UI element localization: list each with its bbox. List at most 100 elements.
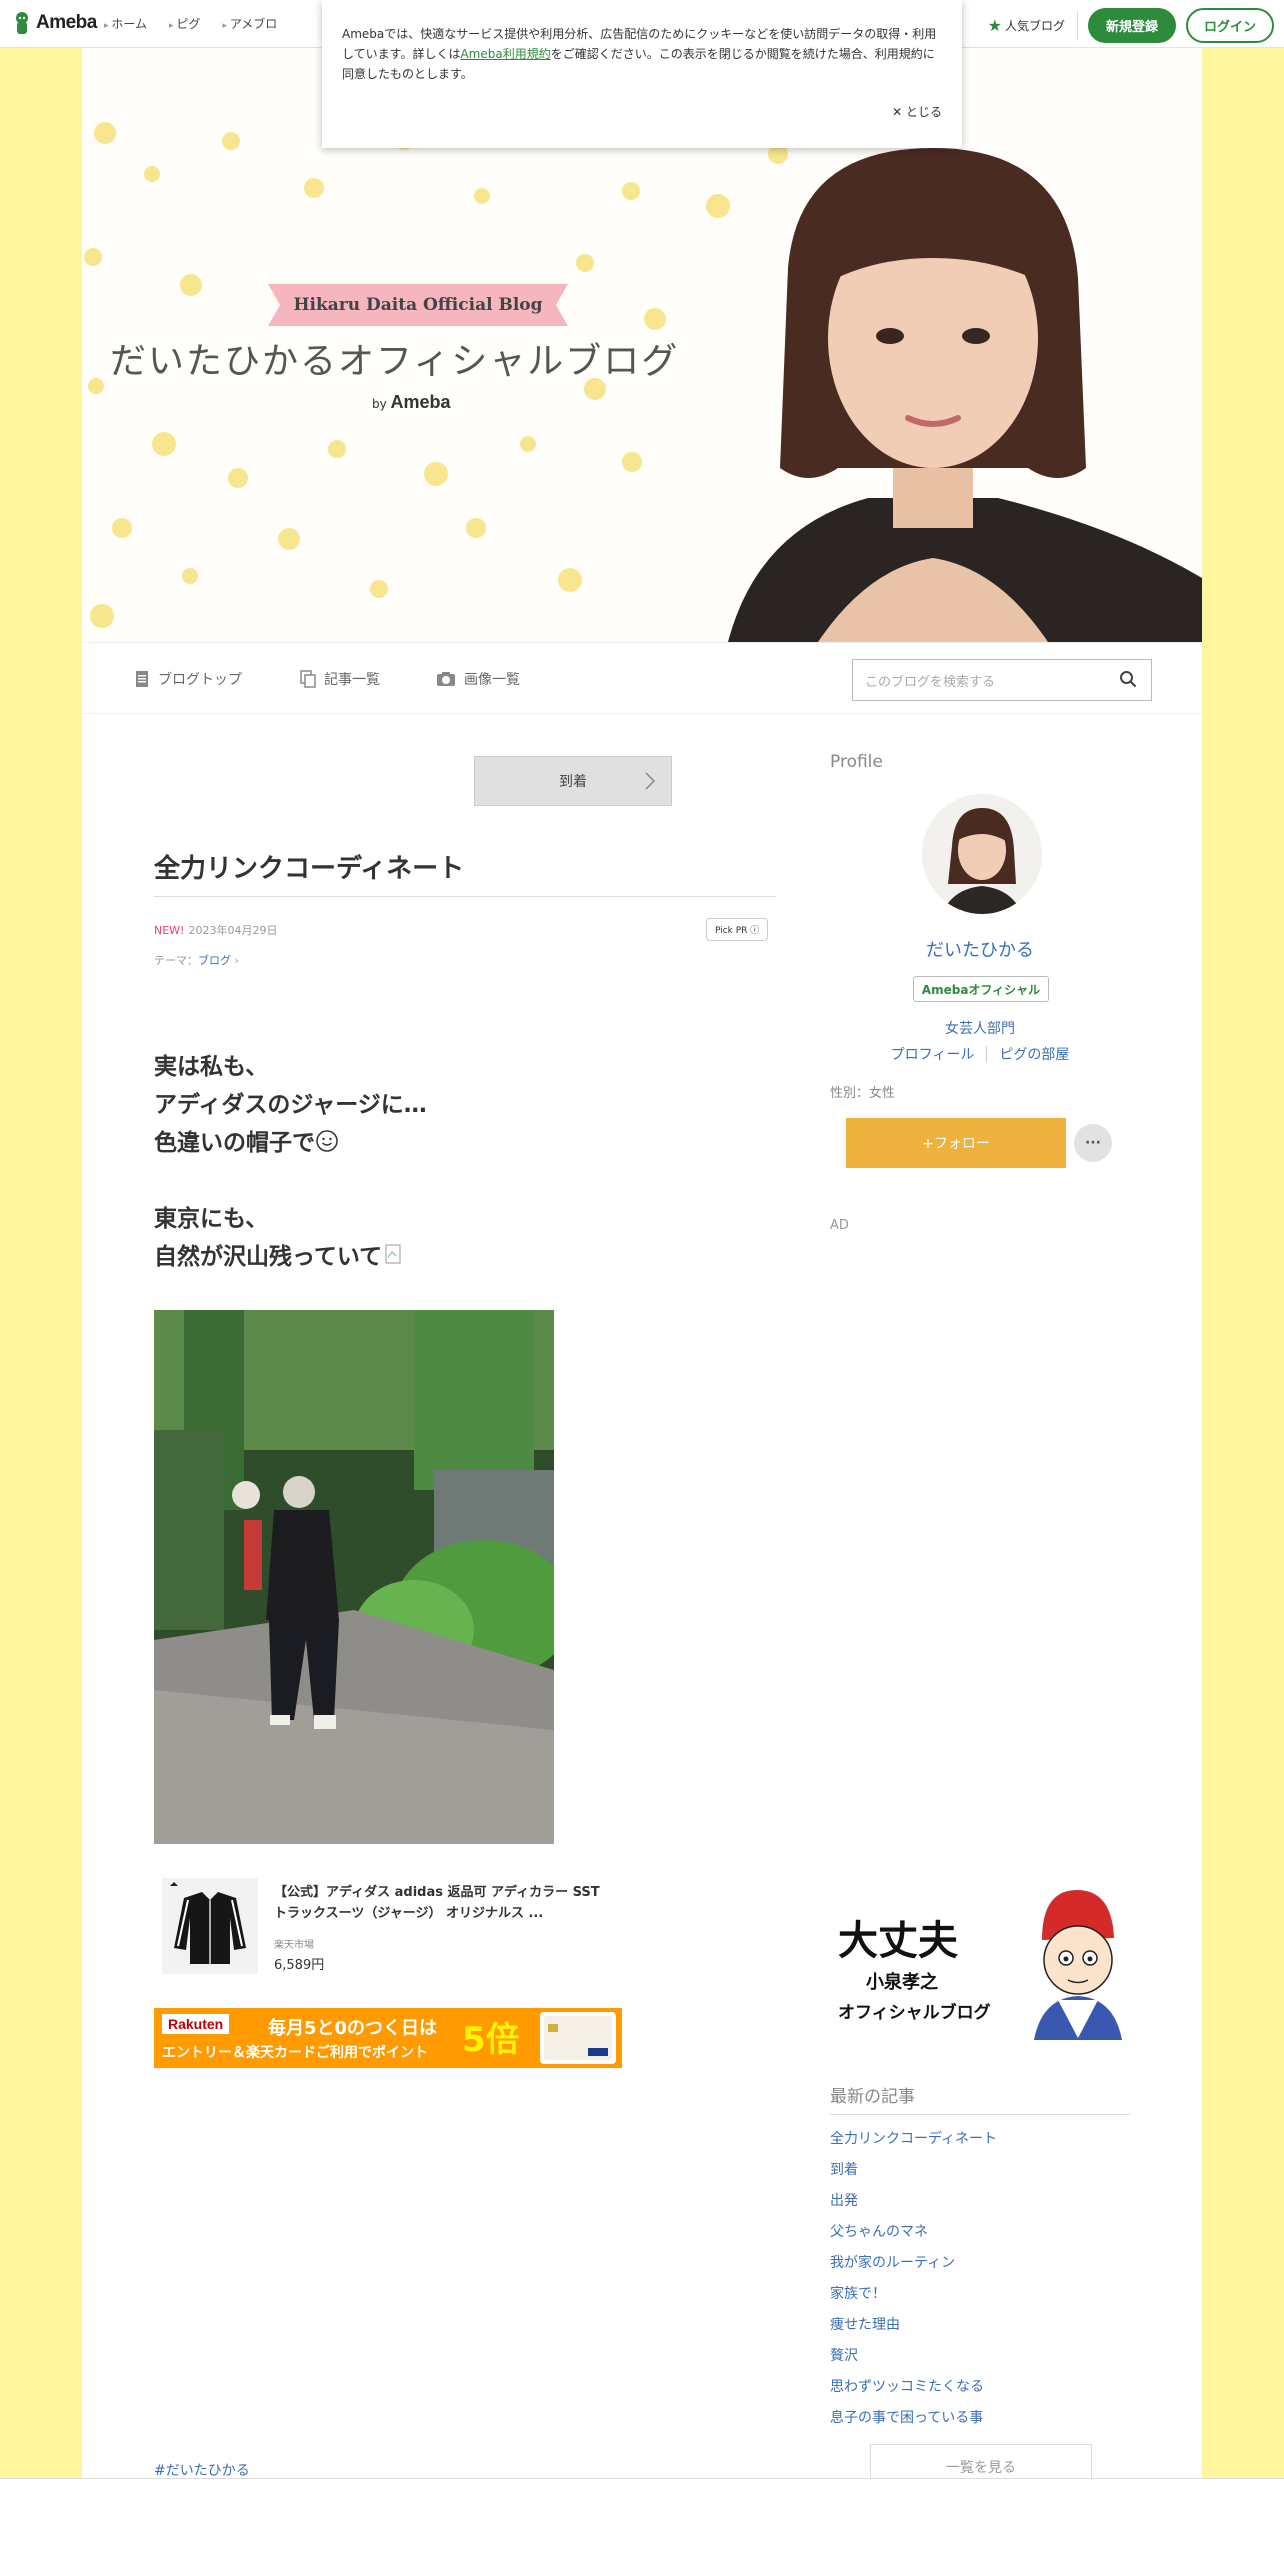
- login-button[interactable]: ログイン: [1185, 8, 1274, 43]
- entry-body-paragraph-1: 実は私も、 アディダスのジャージに… 色違いの帽子で: [154, 1048, 427, 1162]
- nav-image-list[interactable]: 画像一覧: [436, 669, 520, 689]
- product-shop: 楽天市場: [274, 1940, 314, 1951]
- entry-body-paragraph-2: 東京にも、 自然が沢山残っていて: [154, 1200, 406, 1276]
- entry-theme: テーマ：ブログ ›: [154, 952, 239, 968]
- polka-dot: [180, 274, 202, 296]
- polka-dot: [558, 568, 582, 592]
- recent-articles-list: 全力リンクコーディネート 到着 出発 父ちゃんのマネ 我が家のルーティン 家族で…: [830, 2124, 997, 2434]
- rakuten-big-label: 5倍: [462, 2020, 520, 2060]
- profile-heading: Profile: [830, 752, 883, 772]
- pig-room-link[interactable]: ピグの部屋: [999, 1044, 1069, 1064]
- polka-dot: [278, 528, 300, 550]
- polka-dot: [424, 462, 448, 486]
- hashtag-link[interactable]: #だいたひかる: [154, 2460, 250, 2480]
- follow-button[interactable]: +フォロー: [846, 1118, 1066, 1168]
- rakuten-logo: Rakuten: [162, 2014, 230, 2034]
- sidebar-ad-banner[interactable]: 大丈夫 小泉孝之 オフィシャルブログ: [830, 1888, 1132, 2040]
- popular-blog-link[interactable]: ★ 人気ブログ: [987, 10, 1078, 41]
- top-nav: ホーム ピグ アメブロ: [104, 15, 277, 32]
- recent-article-link[interactable]: 痩せた理由: [830, 2310, 997, 2341]
- by-ameba: by Ameba: [372, 392, 451, 413]
- next-article-button[interactable]: 到着: [474, 756, 672, 806]
- entry-date: 2023年04月29日: [188, 924, 278, 937]
- header-actions: ★ 人気ブログ 新規登録 ログイン: [988, 8, 1274, 43]
- recent-article-link[interactable]: 我が家のルーティン: [830, 2248, 997, 2279]
- profile-gender: 性別：女性: [830, 1086, 896, 1101]
- nav-image-list-label: 画像一覧: [464, 672, 520, 688]
- rakuten-card-image: [540, 2012, 616, 2064]
- blog-search-input[interactable]: このブログを検索する: [852, 659, 1152, 701]
- search-icon[interactable]: [1119, 670, 1137, 688]
- blog-title[interactable]: だいたひかるオフィシャルブログ: [110, 332, 679, 384]
- search-placeholder: このブログを検索する: [865, 674, 996, 690]
- polka-dot: [644, 308, 666, 330]
- body-line: 実は私も、: [154, 1054, 269, 1080]
- title-divider: [154, 896, 776, 897]
- recent-article-link[interactable]: 思わずツッコミたくなる: [830, 2372, 997, 2403]
- by-label: by: [372, 397, 387, 411]
- chevron-right-icon: ›: [234, 954, 239, 967]
- polka-dot: [576, 254, 594, 272]
- official-badge[interactable]: Amebaオフィシャル: [913, 976, 1049, 1002]
- recent-article-link[interactable]: 全力リンクコーディネート: [830, 2124, 997, 2155]
- profile-category[interactable]: 女芸人部門: [830, 1018, 1130, 1038]
- product-card[interactable]: 【公式】アディダス adidas 返品可 アディカラー SST トラックスーツ（…: [154, 1874, 634, 1980]
- rakuten-banner[interactable]: Rakuten 毎月5と0のつく日は エントリー＆楽天カードご利用でポイント 5…: [154, 2008, 622, 2068]
- nav-home[interactable]: ホーム: [104, 15, 147, 32]
- nav-ameblo[interactable]: アメブロ: [222, 15, 277, 32]
- recent-article-link[interactable]: 出発: [830, 2186, 997, 2217]
- blog-ribbon: Hikaru Daita Official Blog: [268, 284, 568, 326]
- polka-dot: [90, 604, 114, 628]
- body-line-text: 自然が沢山残っていて: [154, 1244, 383, 1270]
- profile-links: プロフィール ピグの部屋: [830, 1044, 1130, 1064]
- copy-icon: [300, 670, 316, 688]
- theme-link[interactable]: ブログ: [198, 954, 231, 967]
- profile-avatar[interactable]: [922, 794, 1042, 914]
- polka-dot: [304, 178, 324, 198]
- recent-article-link[interactable]: 息子の事で困っている事: [830, 2403, 997, 2434]
- polka-dot: [84, 248, 102, 266]
- signup-button[interactable]: 新規登録: [1087, 8, 1176, 43]
- entry-photo[interactable]: [154, 1310, 554, 1844]
- recent-article-link[interactable]: 到着: [830, 2155, 997, 2186]
- polka-dot: [474, 188, 490, 204]
- ad-label: AD: [830, 1218, 849, 1233]
- nav-pig[interactable]: ピグ: [169, 15, 200, 32]
- logo-text: Ameba: [36, 12, 97, 33]
- cookie-close-button[interactable]: ✕ とじる: [892, 102, 942, 122]
- recent-divider: [830, 2114, 1130, 2115]
- cookie-notice: Amebaでは、快適なサービス提供や利用分析、広告配信のためにクッキーなどを使い…: [322, 0, 962, 148]
- nav-article-list[interactable]: 記事一覧: [300, 669, 380, 689]
- ameba-brand: Ameba: [390, 392, 451, 412]
- nav-blog-top-label: ブログトップ: [158, 672, 242, 688]
- ameba-logo[interactable]: Ameba: [12, 10, 97, 36]
- body-line: アディダスのジャージに…: [154, 1092, 427, 1118]
- recent-article-link[interactable]: 家族で！: [830, 2279, 997, 2310]
- cookie-close-label: とじる: [905, 105, 942, 119]
- terms-link[interactable]: Ameba利用規約: [460, 47, 550, 61]
- pick-pr-badge[interactable]: Pick PR ⓘ: [706, 918, 769, 941]
- star-icon: ★: [987, 16, 1002, 35]
- body-line-text: 色違いの帽子で: [154, 1130, 315, 1156]
- body-line: 色違いの帽子で: [154, 1124, 427, 1162]
- profile-link[interactable]: プロフィール: [891, 1044, 975, 1064]
- profile-name[interactable]: だいたひかる: [830, 936, 1130, 962]
- entry-title[interactable]: 全力リンクコーディネート: [154, 848, 464, 885]
- blogger-portrait: [728, 148, 1202, 642]
- product-title[interactable]: 【公式】アディダス adidas 返品可 アディカラー SST トラックスーツ（…: [274, 1882, 614, 1924]
- theme-label: テーマ：: [154, 954, 198, 967]
- polka-dot: [622, 452, 642, 472]
- product-image: [162, 1878, 258, 1974]
- ameba-logo-icon: [16, 12, 28, 34]
- ad-banner-line-1: 大丈夫: [838, 1918, 958, 1964]
- rakuten-line-2: エントリー＆楽天カードご利用でポイント: [162, 2045, 428, 2061]
- recent-article-link[interactable]: 贅沢: [830, 2341, 997, 2372]
- new-badge: NEW!: [154, 924, 185, 937]
- recent-article-link[interactable]: 父ちゃんのマネ: [830, 2217, 997, 2248]
- body-line: 東京にも、: [154, 1206, 269, 1232]
- polka-dot: [222, 132, 240, 150]
- nav-blog-top[interactable]: ブログトップ: [134, 669, 242, 689]
- polka-dot: [152, 432, 176, 456]
- polka-dot: [520, 436, 536, 452]
- more-options-button[interactable]: ···: [1074, 1124, 1112, 1162]
